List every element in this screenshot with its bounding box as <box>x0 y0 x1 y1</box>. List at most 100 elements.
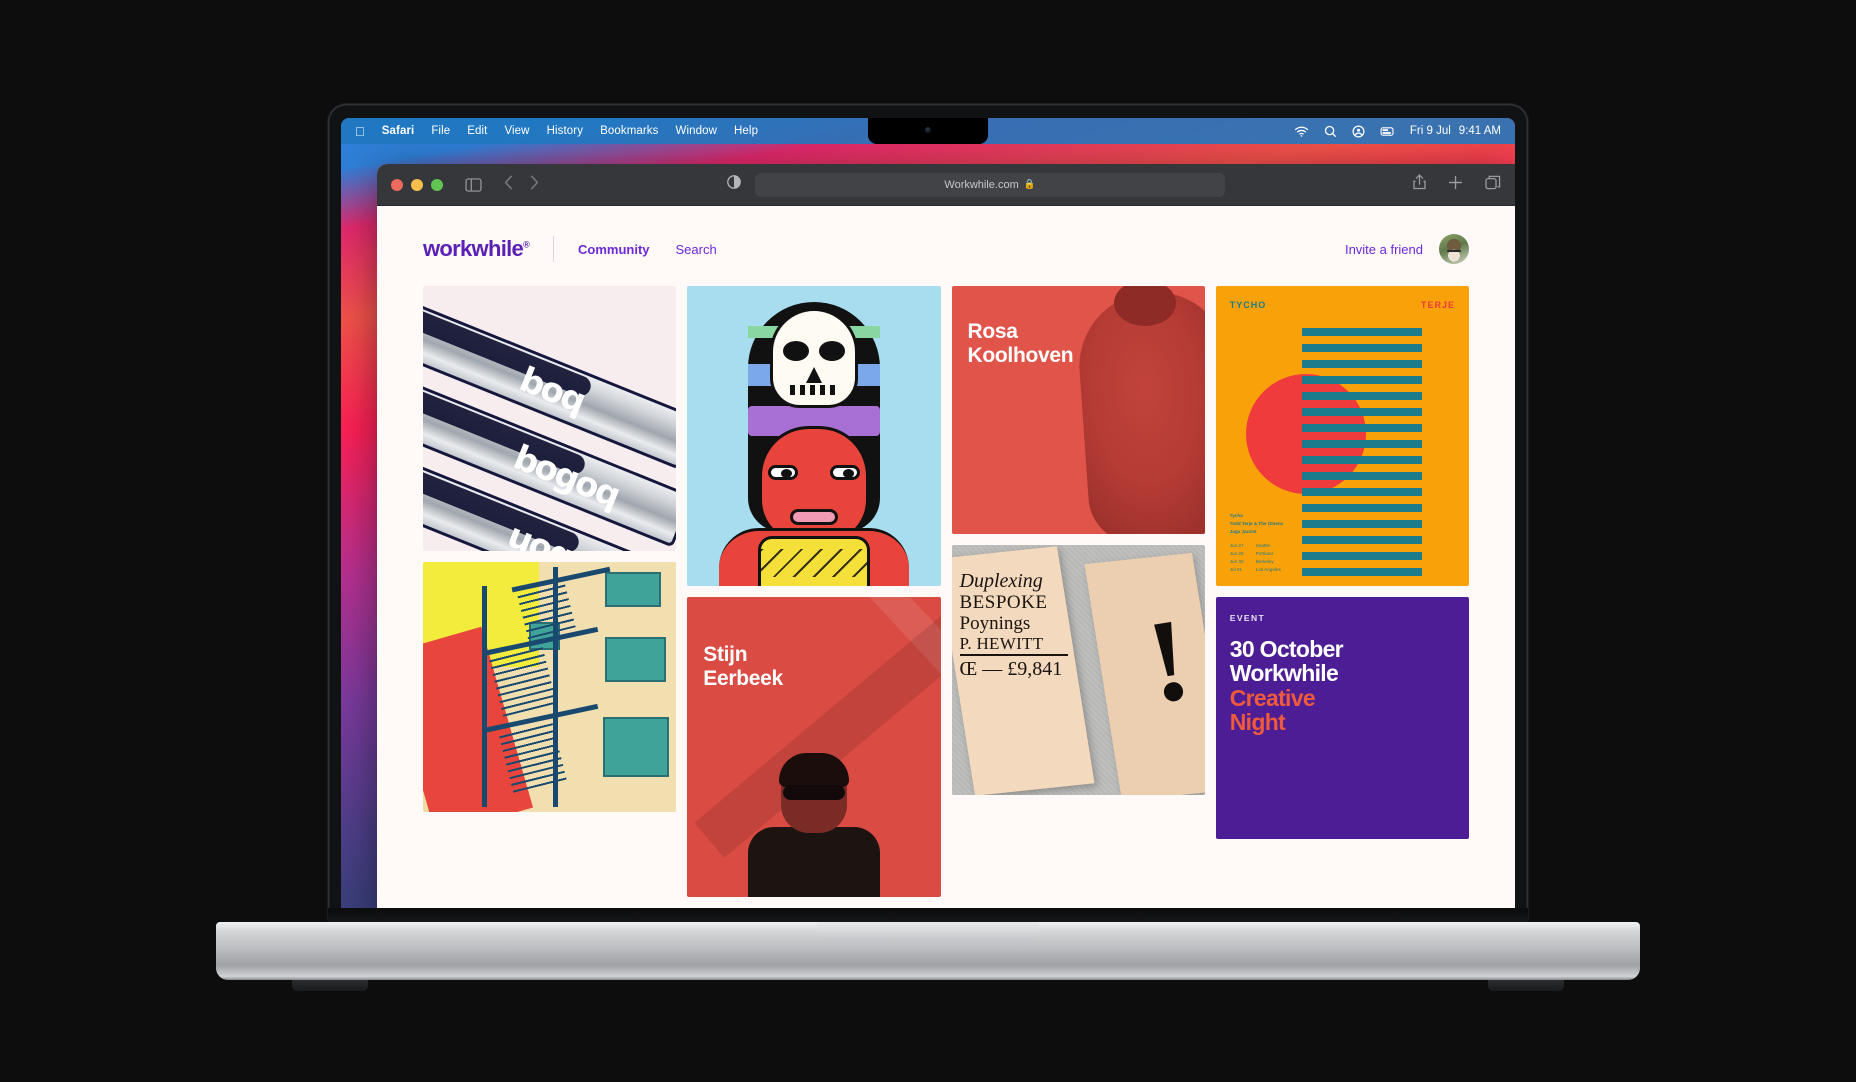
menubar-time[interactable]: 9:41 AM <box>1459 125 1501 137</box>
menu-item-bookmarks[interactable]: Bookmarks <box>600 125 658 137</box>
specimen-text: Duplexing BESPOKE Poynings P. HEWITT Œ —… <box>959 570 1068 681</box>
menu-item-view[interactable]: View <box>504 125 529 137</box>
date-0: Jun 27 <box>1229 542 1244 548</box>
card-illustration[interactable] <box>687 286 941 586</box>
screenshot-stage:  Safari File Edit View History Bookmark… <box>0 0 1856 1082</box>
fire-escape-structure <box>479 566 641 807</box>
specimen-line-1: Duplexing <box>959 570 1043 592</box>
macbook-base <box>216 922 1640 991</box>
city-2: Berkeley <box>1255 558 1274 564</box>
sidebar-toggle-icon[interactable] <box>465 177 482 192</box>
apple-logo-icon[interactable]:  <box>355 125 365 138</box>
title-line-2: Eerbeek <box>703 666 783 690</box>
specimen-line-5: Œ — £9,841 <box>959 654 1068 679</box>
menu-item-help[interactable]: Help <box>734 125 758 137</box>
poster-label-left: TYCHO <box>1229 300 1267 310</box>
workwhile-logo[interactable]: workwhile® <box>423 236 530 262</box>
title-line-2: Koolhoven <box>967 343 1074 367</box>
webpage-content: workwhile® Community Search Invite a fri… <box>377 206 1515 922</box>
safari-window: Workwhile.com 🔒 workwhile® Community Sea… <box>377 164 1515 922</box>
logo-text: workwhile <box>423 236 524 261</box>
base-notch <box>817 922 1039 941</box>
tab-overview-icon[interactable] <box>1485 175 1501 195</box>
portrait-figure <box>739 753 889 897</box>
safari-toolbar: Workwhile.com 🔒 <box>377 164 1515 206</box>
navigation-buttons <box>504 175 539 195</box>
header-divider <box>553 236 554 262</box>
back-chevron-icon[interactable] <box>504 175 513 195</box>
menu-item-edit[interactable]: Edit <box>467 125 487 137</box>
poster-stripes <box>1301 328 1422 578</box>
forward-chevron-icon[interactable] <box>530 175 539 195</box>
camera-icon <box>925 127 931 133</box>
nav-item-search[interactable]: Search <box>676 242 717 257</box>
credit-2: Todd Terje & The Olsens <box>1229 520 1284 526</box>
sunglasses-icon <box>782 785 845 800</box>
menu-item-history[interactable]: History <box>547 125 583 137</box>
site-header: workwhile® Community Search Invite a fri… <box>377 206 1515 286</box>
search-icon[interactable] <box>1324 125 1337 138</box>
date-3: Jul 01 <box>1229 566 1243 572</box>
toolbar-actions <box>1413 174 1501 195</box>
base-foot-left <box>292 980 368 991</box>
card-rosa-koolhoven[interactable]: Rosa Koolhoven <box>951 286 1205 534</box>
battery-icon[interactable] <box>1380 126 1395 137</box>
plus-icon[interactable] <box>1448 175 1463 195</box>
event-line-2: Workwhile <box>1229 660 1339 687</box>
card-tycho-poster[interactable]: TYCHO TERJE Tycho Todd Terje & The Olsen… <box>1215 286 1469 586</box>
bottle-lettering: uoquq <box>502 516 619 551</box>
date-2: Jun 30 <box>1229 558 1244 564</box>
specimen-line-4: P. HEWITT <box>959 634 1044 653</box>
display-notch <box>868 118 988 144</box>
zoom-button[interactable] <box>431 178 443 191</box>
macbook-lid:  Safari File Edit View History Bookmark… <box>328 104 1528 922</box>
lock-icon: 🔒 <box>1023 179 1036 190</box>
card-event[interactable]: EVENT 30 October Workwhile Creative Nigh… <box>1215 597 1469 839</box>
specimen-line-3: Poynings <box>959 613 1031 634</box>
gallery-grid: boq bogoq uoquq <box>377 286 1515 897</box>
title-line-1: Stijn <box>703 643 748 666</box>
share-icon[interactable] <box>1413 174 1426 195</box>
city-3: Los Angeles <box>1255 566 1281 572</box>
url-text: Workwhile.com <box>944 178 1019 191</box>
skull-graphic <box>769 308 858 408</box>
menu-item-file[interactable]: File <box>431 125 450 137</box>
face-graphic <box>758 426 869 544</box>
wifi-icon[interactable] <box>1294 126 1309 137</box>
menu-item-safari[interactable]: Safari <box>382 125 415 137</box>
event-title: 30 October Workwhile Creative Night <box>1230 637 1455 735</box>
control-center-icon[interactable] <box>1352 125 1365 138</box>
invite-a-friend-link[interactable]: Invite a friend <box>1345 242 1423 257</box>
card-fire-escape[interactable] <box>423 562 677 812</box>
event-tag: EVENT <box>1229 613 1266 623</box>
credit-3: Jaga Jazzist <box>1229 528 1257 534</box>
credit-1: Tycho <box>1229 512 1243 518</box>
gallery-column-1: boq bogoq uoquq <box>423 286 677 812</box>
address-bar[interactable]: Workwhile.com 🔒 <box>755 172 1225 197</box>
city-0: Seattle <box>1255 542 1271 548</box>
event-line-1: 30 October <box>1229 636 1344 662</box>
card-title: Rosa Koolhoven <box>968 320 1074 367</box>
macbook-screen:  Safari File Edit View History Bookmark… <box>341 118 1515 922</box>
event-line-4: Night <box>1229 709 1286 736</box>
gallery-column-2: Stijn Eerbeek <box>687 286 941 897</box>
poster-label-right: TERJE <box>1420 300 1455 310</box>
card-stijn-eerbeek[interactable]: Stijn Eerbeek <box>687 597 941 897</box>
window-controls <box>391 178 443 191</box>
reader-view-icon[interactable] <box>727 174 741 195</box>
menu-item-window[interactable]: Window <box>676 125 718 137</box>
close-button[interactable] <box>391 178 403 191</box>
gallery-column-3: Rosa Koolhoven Duplexing BESPOKE Poyning… <box>951 286 1205 795</box>
bottle-lettering: boq <box>513 359 591 422</box>
menubar-date[interactable]: Fri 9 Jul <box>1410 125 1451 137</box>
tour-dates: Jun 27 Seattle Jun 28 Portland Jun 30 Berke… <box>1230 542 1283 574</box>
main-nav: Community Search <box>578 242 717 257</box>
card-bottles[interactable]: boq bogoq uoquq <box>423 286 677 551</box>
avatar[interactable] <box>1439 234 1469 264</box>
title-line-1: Rosa <box>967 320 1018 343</box>
specimen-line-2: BESPOKE <box>959 592 1048 613</box>
minimize-button[interactable] <box>411 178 423 191</box>
nav-item-community[interactable]: Community <box>578 242 650 257</box>
poster-credits: Tycho Todd Terje & The Olsens Jaga Jazzi… <box>1230 512 1283 574</box>
card-type-specimen[interactable]: Duplexing BESPOKE Poynings P. HEWITT Œ —… <box>951 545 1205 795</box>
